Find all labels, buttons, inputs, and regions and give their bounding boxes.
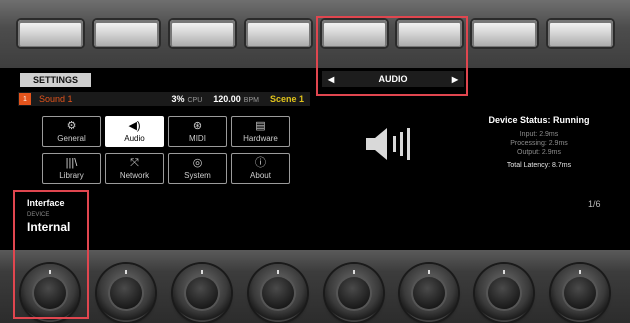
status-right-group: 3% CPU 120.00 BPM Scene 1 bbox=[171, 94, 310, 104]
category-label: About bbox=[250, 171, 271, 180]
bpm-label: BPM bbox=[243, 97, 259, 104]
category-hardware[interactable]: ▤ Hardware bbox=[231, 116, 290, 147]
device-status-title: Device Status: Running bbox=[488, 115, 590, 125]
hardware-button-3[interactable] bbox=[170, 20, 235, 47]
cpu-label: CPU bbox=[187, 97, 203, 104]
category-label: System bbox=[184, 171, 211, 180]
total-latency: Total Latency: 8.7ms bbox=[506, 162, 572, 169]
knob-4[interactable] bbox=[249, 264, 307, 322]
library-icon: |||\ bbox=[65, 157, 78, 169]
network-icon: ⤧ bbox=[130, 157, 139, 169]
hardware-button-2[interactable] bbox=[94, 20, 159, 47]
bpm-value: 120.00 bbox=[213, 94, 241, 104]
category-library[interactable]: |||\ Library bbox=[42, 153, 101, 184]
hardware-button-8[interactable] bbox=[548, 20, 613, 47]
scene-name: Scene 1 bbox=[269, 94, 304, 104]
knob-5[interactable] bbox=[325, 264, 383, 322]
highlight-selector-box bbox=[316, 16, 468, 96]
hardware-button-1[interactable] bbox=[18, 20, 83, 47]
category-label: General bbox=[57, 134, 86, 143]
highlight-interface-box bbox=[13, 190, 89, 319]
midi-icon: ⊛ bbox=[192, 120, 203, 132]
category-about[interactable]: ⓘ About bbox=[231, 153, 290, 184]
settings-tab[interactable]: SETTINGS bbox=[20, 73, 91, 87]
input-latency: Input: 2.9ms bbox=[519, 131, 559, 138]
hardware-icon: ▤ bbox=[255, 120, 266, 132]
page-indicator: 1/6 bbox=[588, 199, 601, 209]
info-icon: ⓘ bbox=[255, 157, 266, 169]
category-network[interactable]: ⤧ Network bbox=[105, 153, 164, 184]
knob-2[interactable] bbox=[97, 264, 155, 322]
group-number-badge: 1 bbox=[19, 93, 31, 105]
category-audio[interactable]: ◀) Audio bbox=[105, 116, 164, 147]
sound-name: Sound 1 bbox=[39, 94, 73, 104]
speaker-icon bbox=[366, 128, 410, 160]
category-general[interactable]: ⚙ General bbox=[42, 116, 101, 147]
category-label: MIDI bbox=[189, 134, 206, 143]
settings-category-grid: ⚙ General ◀) Audio ⊛ MIDI ▤ Hardware |||… bbox=[42, 116, 290, 185]
gear-icon: ⚙ bbox=[66, 120, 77, 132]
category-label: Audio bbox=[124, 134, 145, 143]
category-system[interactable]: ◎ System bbox=[168, 153, 227, 184]
knob-7[interactable] bbox=[475, 264, 533, 322]
hardware-button-4[interactable] bbox=[246, 20, 311, 47]
category-label: Hardware bbox=[243, 134, 278, 143]
category-label: Library bbox=[59, 171, 84, 180]
status-bar: 1 Sound 1 3% CPU 120.00 BPM Scene 1 bbox=[18, 92, 310, 106]
output-latency: Output: 2.9ms bbox=[517, 149, 561, 156]
cpu-value: 3% bbox=[171, 94, 185, 104]
knob-6[interactable] bbox=[400, 264, 458, 322]
hardware-top-panel bbox=[0, 0, 630, 68]
hardware-bottom-panel bbox=[0, 250, 630, 323]
knob-3[interactable] bbox=[173, 264, 231, 322]
category-midi[interactable]: ⊛ MIDI bbox=[168, 116, 227, 147]
speaker-icon: ◀) bbox=[128, 120, 141, 132]
system-icon: ◎ bbox=[192, 157, 203, 169]
hardware-button-7[interactable] bbox=[472, 20, 537, 47]
knob-8[interactable] bbox=[551, 264, 609, 322]
processing-latency: Processing: 2.9ms bbox=[510, 140, 568, 147]
category-label: Network bbox=[119, 171, 150, 180]
